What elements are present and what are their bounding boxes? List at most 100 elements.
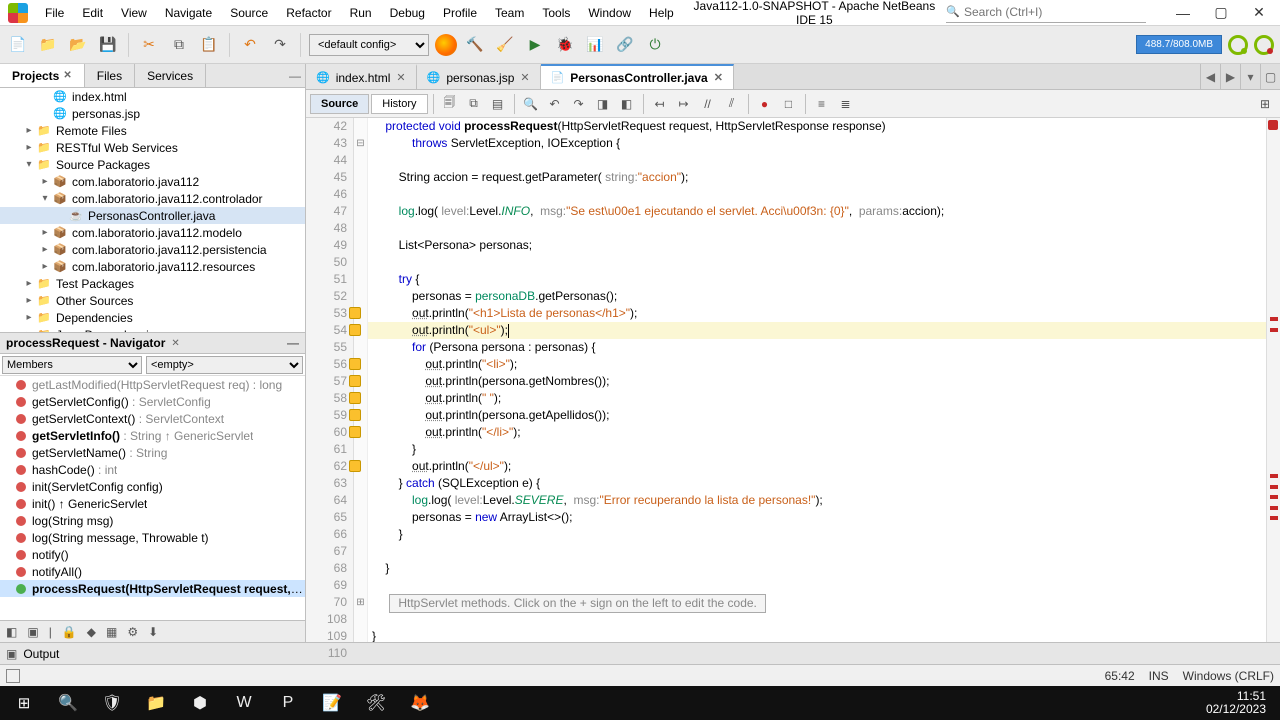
navigator-item[interactable]: getLastModified(HttpServletRequest req) … [0,376,305,393]
stop-icon[interactable]: ⏻ [643,33,667,57]
nav-tbtn-icon[interactable]: ⬇ [148,625,158,639]
nav-tbtn-icon[interactable]: ⚙ [127,625,138,639]
menu-source[interactable]: Source [221,0,277,26]
search-input[interactable] [946,3,1146,23]
tab-dropdown-icon[interactable]: ▾ [1240,64,1260,89]
navigator-item[interactable]: log(String msg) [0,512,305,529]
record-macro-icon[interactable]: ● [754,93,776,115]
menu-navigate[interactable]: Navigate [156,0,221,26]
new-project-icon[interactable]: 📁 [36,33,60,57]
minimize-button[interactable]: — [1166,2,1200,24]
close-icon[interactable]: ✕ [171,338,179,349]
tree-item[interactable]: ▾📦com.laboratorio.java112.controlador [0,190,305,207]
undo-icon[interactable]: ↶ [238,33,262,57]
new-file-icon[interactable]: 📄 [6,33,30,57]
tree-item[interactable]: ▸📦com.laboratorio.java112.persistencia [0,241,305,258]
tree-item[interactable]: ▸📁Test Packages [0,275,305,292]
nav-tbtn-icon[interactable]: 🔒 [62,625,77,639]
navigator-item[interactable]: processRequest(HttpServletRequest reques… [0,580,305,597]
menu-edit[interactable]: Edit [73,0,112,26]
navigator-filter-select[interactable]: <empty> [146,356,303,374]
menu-debug[interactable]: Debug [381,0,434,26]
maximize-button[interactable]: ▢ [1204,2,1238,24]
line-ending[interactable]: Windows (CRLF) [1183,669,1274,683]
paste-icon[interactable]: 📋 [197,33,221,57]
close-button[interactable]: ✕ [1242,2,1276,24]
stop-macro-icon[interactable]: □ [778,93,800,115]
close-icon[interactable]: ✕ [63,70,71,81]
search-icon[interactable]: 🔍 [48,688,88,718]
panel-minimize-icon[interactable]: — [285,64,305,87]
brave-icon[interactable]: 🛡 [92,688,132,718]
comment-icon[interactable]: // [697,93,719,115]
nav-tbtn-icon[interactable]: ▦ [106,625,117,639]
navigator-item[interactable]: getServletName() : String [0,444,305,461]
uncomment-icon[interactable]: ⫽ [721,93,743,115]
code-editor[interactable]: 4243444546474849505152535455565758596061… [306,118,1280,642]
menu-view[interactable]: View [112,0,156,26]
clean-build-icon[interactable]: 🧹 [493,33,517,57]
menu-tools[interactable]: Tools [533,0,579,26]
tool-icon[interactable]: 🛠 [356,688,396,718]
nav-tbtn-icon[interactable]: ▣ [27,625,38,639]
menu-help[interactable]: Help [640,0,683,26]
menu-file[interactable]: File [36,0,73,26]
navigator-view-select[interactable]: Members [2,356,142,374]
close-icon[interactable]: ✕ [396,71,405,84]
services-green-icon[interactable] [1228,35,1248,55]
menu-profile[interactable]: Profile [434,0,486,26]
nav-back-icon[interactable]: 🗐 [439,93,461,115]
cut-icon[interactable]: ✂ [137,33,161,57]
tree-item[interactable]: ▸📁Remote Files [0,122,305,139]
nav-tbtn-icon[interactable]: | [49,625,52,639]
error-stripe[interactable] [1266,118,1280,642]
save-all-icon[interactable]: 💾 [96,33,120,57]
format2-icon[interactable]: ≣ [835,93,857,115]
tree-item[interactable]: ▸📦com.laboratorio.java112.modelo [0,224,305,241]
view-history-button[interactable]: History [371,94,427,114]
tree-item[interactable]: ▸📁RESTful Web Services [0,139,305,156]
navigator-item[interactable]: getServletContext() : ServletContext [0,410,305,427]
heap-usage[interactable]: 488.7/808.0MB [1136,35,1222,54]
tree-item[interactable]: ▸📁Other Sources [0,292,305,309]
tree-item[interactable]: ▸📦com.laboratorio.java112 [0,173,305,190]
explorer-icon[interactable]: 📁 [136,688,176,718]
navigator-item[interactable]: log(String message, Throwable t) [0,529,305,546]
attach-icon[interactable]: 🔗 [613,33,637,57]
nav-tbtn-icon[interactable]: ◆ [87,625,96,639]
status-checkbox[interactable] [6,669,20,683]
navigator-item[interactable]: getServletInfo() : String ↑ GenericServl… [0,427,305,444]
run-config-select[interactable]: <default config> [309,34,429,56]
services-red-icon[interactable] [1254,35,1274,55]
tab-services[interactable]: Services [135,64,206,87]
tab-projects[interactable]: Projects✕ [0,64,85,87]
redo-icon[interactable]: ↷ [268,33,292,57]
navigator-item[interactable]: getServletConfig() : ServletConfig [0,393,305,410]
menu-window[interactable]: Window [579,0,640,26]
menu-refactor[interactable]: Refactor [277,0,340,26]
menu-team[interactable]: Team [486,0,533,26]
profile-icon[interactable]: 📊 [583,33,607,57]
highlight-icon[interactable]: ◨ [592,93,614,115]
panel-minimize-icon[interactable]: — [287,336,299,350]
tab-max-icon[interactable]: ▢ [1260,64,1280,89]
run-icon[interactable]: ▶ [523,33,547,57]
split-icon[interactable]: ⊞ [1254,93,1276,115]
navigator-item[interactable]: init(ServletConfig config) [0,478,305,495]
shift-right-icon[interactable]: ↦ [673,93,695,115]
toggle-icon[interactable]: ▤ [487,93,509,115]
editor-tab-index[interactable]: 🌐index.html✕ [306,64,417,89]
tree-item[interactable]: ▸📁Dependencies [0,309,305,326]
editor-tab-personas[interactable]: 🌐personas.jsp✕ [417,64,541,89]
find-prev-icon[interactable]: ↶ [544,93,566,115]
navigator-item[interactable]: notify() [0,546,305,563]
tree-item[interactable]: ▸📦com.laboratorio.java112.resources [0,258,305,275]
menu-run[interactable]: Run [341,0,381,26]
open-project-icon[interactable]: 📂 [66,33,90,57]
navigator-item[interactable]: init() ↑ GenericServlet [0,495,305,512]
build-icon[interactable]: 🔨 [463,33,487,57]
firefox-icon[interactable]: 🦊 [400,688,440,718]
tab-next-icon[interactable]: ▶ [1220,64,1240,89]
copy-icon[interactable]: ⧉ [167,33,191,57]
nav-fwd-icon[interactable]: ⧉ [463,93,485,115]
